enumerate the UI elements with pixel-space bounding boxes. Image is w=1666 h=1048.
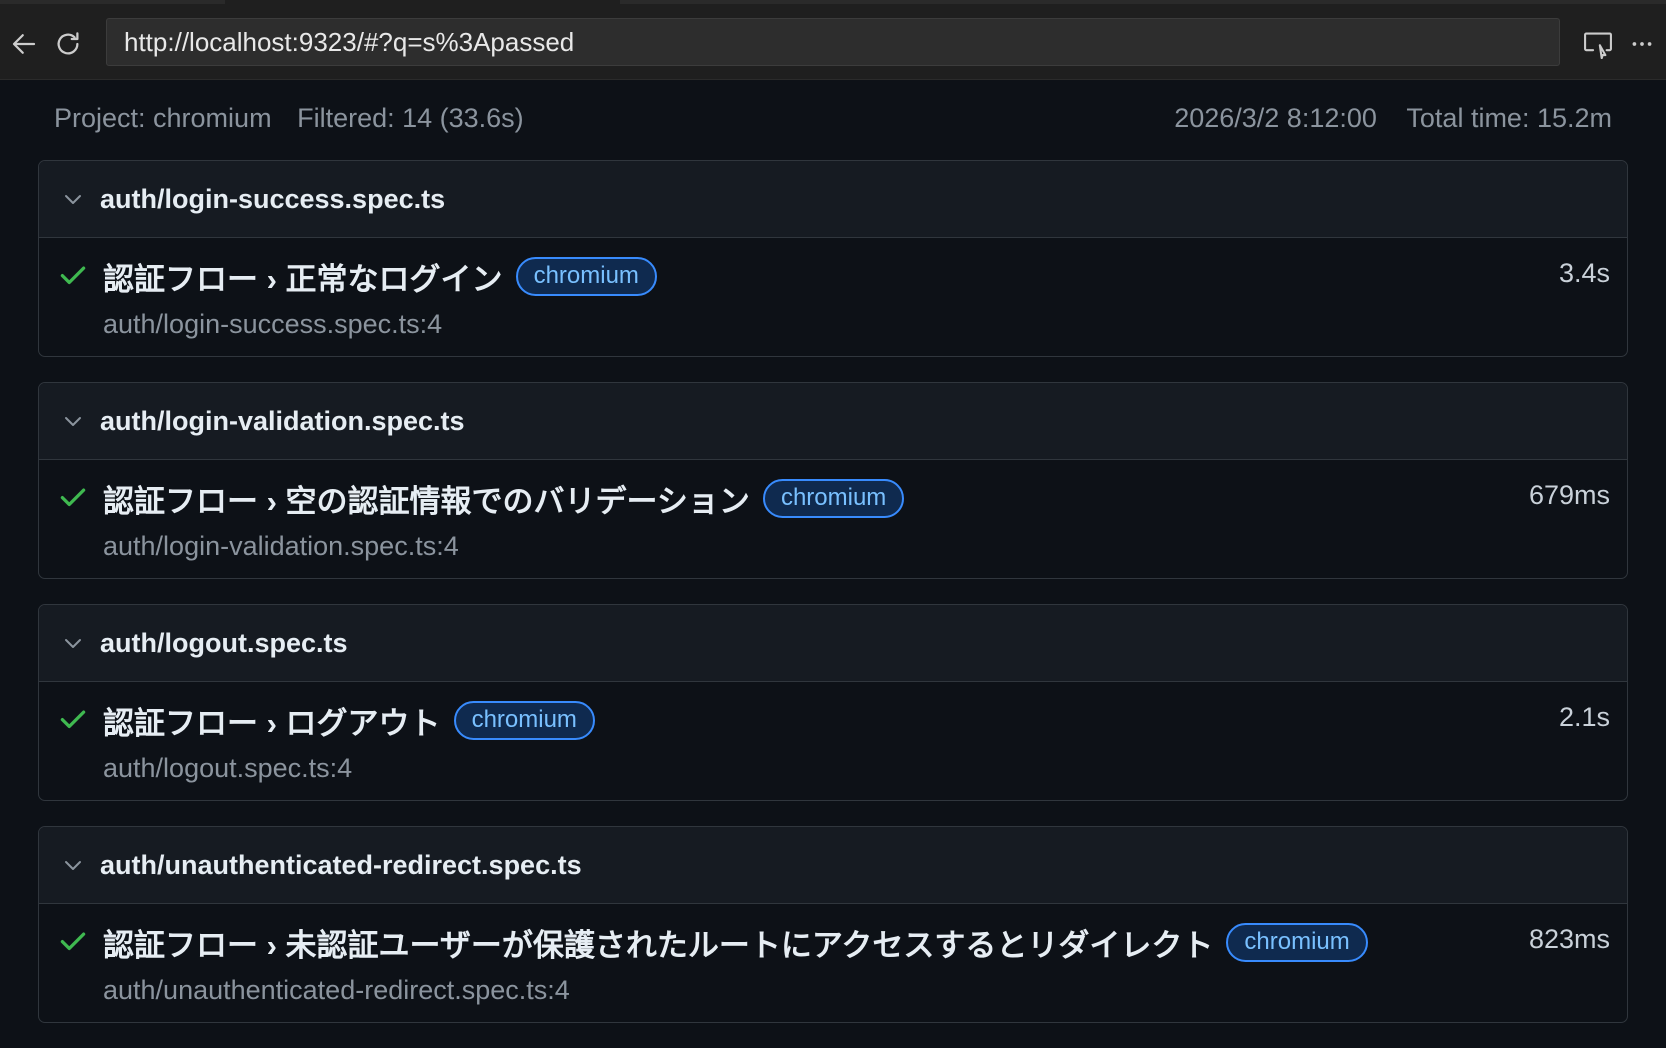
check-icon [60,488,86,507]
active-tab-indicator[interactable] [225,0,620,4]
test-title[interactable]: 認証フロー › 正常なログイン [103,254,503,299]
arrow-left-icon [12,34,36,54]
test-row[interactable]: 認証フロー › 空の認証情報でのバリデーション chromium 679ms a… [39,460,1627,578]
file-header[interactable]: auth/logout.spec.ts [39,605,1627,682]
tab-strip [0,0,1666,4]
chevron-down-icon[interactable] [58,406,88,436]
file-name: auth/logout.spec.ts [100,627,348,658]
browser-toolbar [0,0,1666,80]
test-title-line: 認証フロー › ログアウト chromium [103,698,595,743]
file-name: auth/login-success.spec.ts [100,183,446,214]
test-duration: 2.1s [1558,702,1610,732]
test-file-card: auth/logout.spec.ts 認証フロー › ログアウト chromi… [38,604,1628,801]
test-file-card: auth/unauthenticated-redirect.spec.ts 認証… [38,826,1628,1023]
project-badge[interactable]: chromium [1226,923,1368,962]
file-header[interactable]: auth/unauthenticated-redirect.spec.ts [39,827,1627,904]
back-button[interactable] [4,24,44,64]
cast-icon [1584,32,1612,59]
check-icon [60,932,86,951]
test-location[interactable]: auth/login-success.spec.ts:4 [103,309,442,340]
test-row[interactable]: 認証フロー › 未認証ユーザーが保護されたルートにアクセスするとリダイレクト c… [39,904,1627,1022]
address-bar[interactable] [106,18,1560,66]
check-icon [60,266,86,285]
total-time: Total time: 15.2m [1406,102,1612,133]
chevron-down-icon[interactable] [58,628,88,658]
summary-left: Project: chromium Filtered: 14 (33.6s) [54,103,524,134]
test-location[interactable]: auth/unauthenticated-redirect.spec.ts:4 [103,975,570,1006]
url-input[interactable] [124,26,1542,58]
test-row[interactable]: 認証フロー › 正常なログイン chromium 3.4s auth/login… [39,238,1627,356]
test-title-line: 認証フロー › 正常なログイン chromium [103,254,657,299]
project-badge[interactable]: chromium [453,701,595,740]
report-summary-bar: Project: chromium Filtered: 14 (33.6s) 2… [54,98,1612,138]
cast-button[interactable] [1578,24,1618,64]
test-duration: 3.4s [1558,258,1610,288]
test-file-list: auth/login-success.spec.ts 認証フロー › 正常なログ… [38,160,1628,1048]
test-title[interactable]: 認証フロー › 未認証ユーザーが保護されたルートにアクセスするとリダイレクト [103,920,1213,965]
more-button[interactable] [1622,24,1662,64]
test-location[interactable]: auth/logout.spec.ts:4 [103,753,352,784]
test-title[interactable]: 認証フロー › 空の認証情報でのバリデーション [103,476,750,521]
filtered-count: Filtered: 14 (33.6s) [297,102,524,133]
test-row[interactable]: 認証フロー › ログアウト chromium 2.1s auth/logout.… [39,682,1627,800]
file-name: auth/login-validation.spec.ts [100,405,465,436]
file-name: auth/unauthenticated-redirect.spec.ts [100,849,582,880]
chevron-down-icon[interactable] [58,850,88,880]
summary-right: 2026/3/2 8:12:00 Total time: 15.2m [1174,103,1612,134]
reload-button[interactable] [48,24,88,64]
test-title[interactable]: 認証フロー › ログアウト [103,698,441,743]
report-view: Project: chromium Filtered: 14 (33.6s) 2… [0,80,1666,1042]
more-horizontal-icon [1632,42,1652,46]
reload-icon [57,32,79,55]
file-header[interactable]: auth/login-success.spec.ts [39,161,1627,238]
check-icon [60,710,86,729]
test-duration: 823ms [1528,924,1610,954]
project-badge[interactable]: chromium [762,479,905,518]
test-title-line: 認証フロー › 未認証ユーザーが保護されたルートにアクセスするとリダイレクト c… [103,920,1368,965]
file-header[interactable]: auth/login-validation.spec.ts [39,383,1627,460]
test-duration: 679ms [1528,480,1610,510]
test-file-card: auth/login-validation.spec.ts 認証フロー › 空の… [38,382,1628,579]
chevron-down-icon[interactable] [58,184,88,214]
test-location[interactable]: auth/login-validation.spec.ts:4 [103,531,459,562]
test-file-card: auth/login-success.spec.ts 認証フロー › 正常なログ… [38,160,1628,357]
project-badge[interactable]: chromium [515,257,657,296]
test-title-line: 認証フロー › 空の認証情報でのバリデーション chromium [103,476,905,521]
project-label: Project: chromium [54,102,272,133]
report-datetime: 2026/3/2 8:12:00 [1174,102,1377,133]
